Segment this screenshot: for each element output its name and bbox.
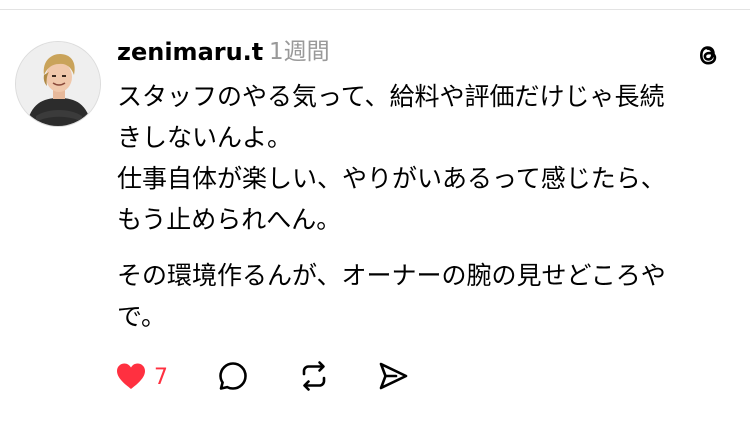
- username[interactable]: zenimaru.t: [117, 38, 263, 66]
- thread-post: zenimaru.t 1週間 スタッフのやる気って、給料や評価だけじゃ長続 きし…: [0, 0, 750, 424]
- post-body: スタッフのやる気って、給料や評価だけじゃ長続 きしないんよ。 仕事自体が楽しい、…: [117, 76, 732, 337]
- share-button[interactable]: [376, 360, 410, 396]
- post-text-line: その環境作るんが、オーナーの腕の見せどころや: [117, 261, 666, 290]
- post-text-line: もう止められへん。: [117, 205, 342, 234]
- heart-icon: [114, 360, 148, 396]
- avatar[interactable]: [15, 41, 101, 127]
- like-count: 7: [154, 365, 168, 390]
- repost-icon: [296, 359, 332, 397]
- post-text-paragraph: 仕事自体が楽しい、やりがいあるって感じたら、 もう止められへん。: [117, 158, 732, 240]
- like-button[interactable]: 7: [114, 360, 168, 396]
- avatar-photo: [16, 42, 100, 126]
- post-text-line: スタッフのやる気って、給料や評価だけじゃ長続: [117, 82, 665, 111]
- post-text-line: きしないんよ。: [117, 123, 293, 152]
- post-text-paragraph: スタッフのやる気って、給料や評価だけじゃ長続 きしないんよ。: [117, 76, 732, 158]
- repost-button[interactable]: [296, 360, 332, 396]
- threads-logo-icon[interactable]: [693, 40, 723, 70]
- post-text-paragraph: その環境作るんが、オーナーの腕の見せどころや で。: [117, 255, 732, 337]
- post-text-line: で。: [117, 302, 167, 331]
- post-text-line: 仕事自体が楽しい、やりがいあるって感じたら、: [117, 164, 666, 193]
- send-icon: [376, 359, 410, 397]
- post-timestamp: 1週間: [269, 39, 330, 65]
- comment-icon: [216, 359, 250, 397]
- reply-button[interactable]: [216, 360, 250, 396]
